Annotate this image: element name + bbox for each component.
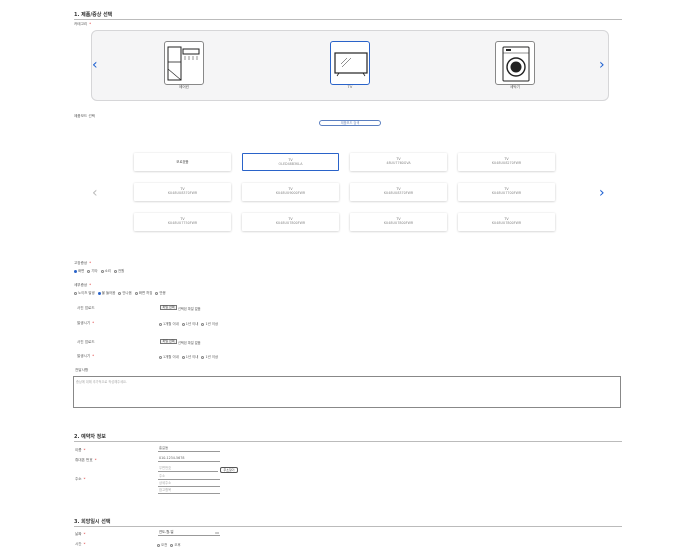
section1-title: 1. 제품/증상 선택 <box>74 12 113 18</box>
radio-dot[interactable] <box>118 291 122 295</box>
timing-option[interactable]: 1개월 이내 <box>163 322 179 326</box>
phone-label: 휴대폰 번호 * <box>75 458 97 462</box>
model-card[interactable]: TV KU48UU9000FWR <box>242 183 339 201</box>
zip-search-button[interactable]: 주소찾기 <box>220 467 238 473</box>
photo-upload-label: 사진 업로드 <box>77 340 95 344</box>
timing-label: 발생시기 * <box>77 321 95 325</box>
tv-icon <box>334 52 368 77</box>
model-prev-arrow[interactable]: ‹ <box>92 186 98 200</box>
file-select-button[interactable]: 파일 선택 <box>160 305 177 310</box>
model-card[interactable]: TV 48UU7760GVA <box>350 153 447 171</box>
name-field[interactable]: 홍길동 <box>158 446 220 452</box>
notes-label: 전달사항 <box>75 368 89 372</box>
radio-dot[interactable] <box>74 291 77 295</box>
symptom-option[interactable]: 화면 꺼짐 <box>139 291 153 295</box>
category-aircon[interactable] <box>164 41 204 85</box>
date-field[interactable]: 연도-월-일 ▭ <box>158 530 220 536</box>
calendar-icon[interactable]: ▭ <box>215 530 219 535</box>
model-label: 제품모드 선택 <box>74 114 95 118</box>
section2-divider <box>74 441 622 442</box>
category-label: 카테고리 * <box>74 22 92 26</box>
timing-option[interactable]: 1개월 이내 <box>163 355 179 359</box>
fault-type-option[interactable]: 소리 <box>105 269 111 273</box>
section2-title: 2. 예약자 정보 <box>74 434 106 440</box>
model-card[interactable]: TV KU48UU8270FWR <box>458 153 555 171</box>
timing-option[interactable]: 1년 이상 <box>205 322 218 326</box>
symptom-option[interactable]: 안나옴 <box>122 291 131 295</box>
category-next-arrow[interactable]: › <box>599 58 605 72</box>
timing-option[interactable]: 1년 이내 <box>186 322 199 326</box>
radio-dot[interactable] <box>113 269 117 273</box>
category-prev-arrow[interactable]: ‹ <box>92 58 98 72</box>
aircon-fridge-icon <box>167 46 200 81</box>
washer-icon <box>502 46 530 82</box>
radio-dot[interactable] <box>97 291 101 295</box>
section1-divider <box>74 19 622 20</box>
fault-type-option[interactable]: 기타 <box>91 269 97 273</box>
symptom-option[interactable]: 반응 <box>159 291 165 295</box>
time-label: 시간 * <box>75 542 86 546</box>
category-washer[interactable] <box>495 41 535 85</box>
file-status-text: 선택된 파일 없음 <box>178 307 201 311</box>
category-tv[interactable] <box>330 41 370 85</box>
date-label: 날짜 * <box>75 532 86 536</box>
time-option[interactable]: 오전 <box>161 543 167 547</box>
model-card[interactable]: TV OLED48B3KLA <box>242 153 339 171</box>
model-card[interactable]: TV KU48UU7700FWR <box>458 183 555 201</box>
timing-option[interactable]: 1년 이상 <box>205 355 218 359</box>
category-washer-label: 세탁기 <box>510 85 520 89</box>
file-status-text: 선택된 파일 없음 <box>178 341 201 345</box>
model-card[interactable]: 모르겠음 <box>134 153 231 171</box>
radio-dot[interactable] <box>74 269 77 273</box>
address-label: 주소 * <box>75 477 86 481</box>
model-card[interactable]: TV KU48UU7800FWR <box>242 213 339 231</box>
radio-dot[interactable] <box>100 269 104 273</box>
address-detail-field[interactable]: 상세주소 <box>158 481 220 487</box>
fault-type-radio-group: 화면 기타 소리 전원 <box>72 268 124 273</box>
timing-label: 발생시기 * <box>77 354 95 358</box>
name-label: 이름 * <box>75 448 86 452</box>
address-field[interactable]: 주소 <box>158 474 220 480</box>
symptom-label: 세부증상 * <box>74 283 92 287</box>
radio-dot[interactable] <box>170 543 174 547</box>
section3-divider <box>74 526 622 527</box>
radio-dot[interactable] <box>159 322 162 326</box>
model-card[interactable]: TV KU48UU8370FWR <box>350 183 447 201</box>
model-next-arrow[interactable]: › <box>599 186 605 200</box>
fault-type-option[interactable]: 전원 <box>118 269 124 273</box>
radio-dot[interactable] <box>134 291 138 295</box>
model-card[interactable]: TV KU48UU7750FWR <box>134 213 231 231</box>
symptom-option[interactable]: 불 들어옴 <box>102 291 116 295</box>
radio-dot[interactable] <box>181 322 185 326</box>
section3-title: 3. 희망일시 선택 <box>74 519 111 525</box>
radio-dot[interactable] <box>87 269 91 273</box>
model-card[interactable]: TV KU48UU7800FWR <box>350 213 447 231</box>
symptom-radio-group: 노이즈 발생 불 들어옴 안나옴 화면 꺼짐 반응 <box>72 290 166 295</box>
timing-radio-group: 1개월 이내 1년 이내 1년 이상 <box>157 321 218 326</box>
time-option[interactable]: 오후 <box>174 543 180 547</box>
phone-field[interactable]: 010-1234-5678 <box>158 456 220 462</box>
timing-radio-group: 1개월 이내 1년 이내 1년 이상 <box>157 354 218 359</box>
zip-field[interactable]: 우편번호 <box>158 466 218 472</box>
photo-upload-label: 사진 업로드 <box>77 306 95 310</box>
model-card[interactable]: TV KU48UU8370FWR <box>134 183 231 201</box>
model-search-button[interactable]: 제품모드 검색 <box>319 120 381 126</box>
timing-option[interactable]: 1년 이내 <box>186 355 199 359</box>
address-extra-field[interactable]: 참고항목 <box>158 488 220 494</box>
category-aircon-label: 에어컨 <box>179 85 189 89</box>
model-card[interactable]: TV KU48UU7800FWR <box>458 213 555 231</box>
fault-type-option[interactable]: 화면 <box>78 269 84 273</box>
notes-textarea[interactable]: 증상에 대해 추가적으로 작성해주세요. <box>73 376 621 408</box>
fault-type-label: 고장증상 * <box>74 261 92 265</box>
radio-dot[interactable] <box>157 543 160 547</box>
time-radio-group: 오전 오후 <box>155 542 181 547</box>
category-tv-label: TV <box>347 85 353 89</box>
radio-dot[interactable] <box>159 355 162 359</box>
radio-dot[interactable] <box>181 355 185 359</box>
file-select-button[interactable]: 파일 선택 <box>160 339 177 344</box>
symptom-option[interactable]: 노이즈 발생 <box>78 291 95 295</box>
